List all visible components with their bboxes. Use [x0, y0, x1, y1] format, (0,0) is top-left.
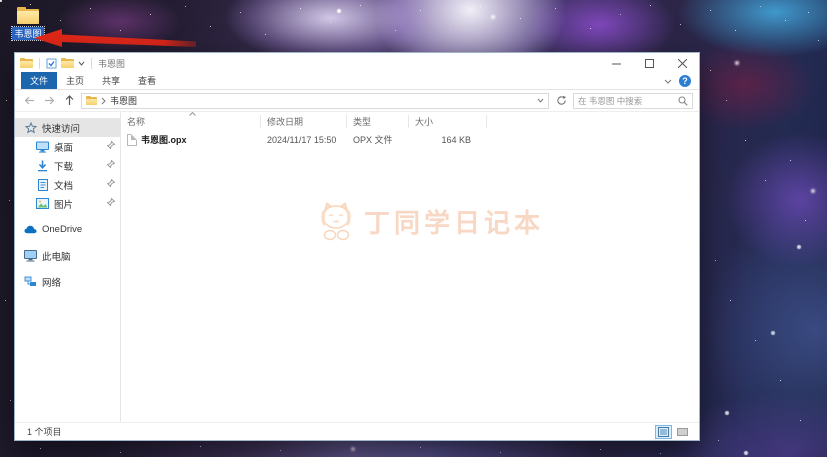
breadcrumb-location[interactable]: 韦恩图	[110, 94, 137, 107]
file-name: 韦恩图.opx	[141, 133, 187, 146]
tab-share[interactable]: 共享	[93, 72, 129, 89]
column-header-name[interactable]: 名称	[121, 115, 261, 128]
tab-file[interactable]: 文件	[21, 72, 57, 89]
address-bar: 韦恩图	[15, 90, 699, 112]
new-folder-button-icon[interactable]	[61, 58, 74, 68]
search-icon	[678, 96, 688, 106]
sidebar-item-desktop[interactable]: 桌面	[15, 137, 120, 156]
column-header-modified[interactable]: 修改日期	[261, 115, 347, 128]
forward-arrow-icon	[44, 96, 55, 105]
thumbnails-view-button[interactable]	[674, 425, 691, 439]
breadcrumb-chevron-icon	[101, 97, 106, 105]
file-explorer-window: 韦恩图 文件 主页 共享 查看 ?	[14, 52, 700, 441]
file-type: OPX 文件	[347, 133, 409, 146]
sidebar-item-label: 此电脑	[42, 249, 71, 263]
sidebar-item-label: 文档	[54, 178, 73, 192]
document-icon	[36, 178, 49, 191]
up-arrow-icon	[65, 95, 74, 106]
file-modified-date: 2024/11/17 15:50	[261, 135, 347, 145]
sidebar-item-network[interactable]: 网络	[15, 272, 120, 291]
minimize-icon	[612, 59, 621, 68]
thumbnails-view-icon	[677, 427, 688, 437]
column-header-size[interactable]: 大小	[409, 115, 487, 128]
window-folder-icon	[20, 58, 33, 68]
ribbon-tab-bar: 文件 主页 共享 查看 ?	[15, 73, 699, 90]
file-size: 164 KB	[409, 135, 487, 145]
sidebar-item-downloads[interactable]: 下载	[15, 156, 120, 175]
watermark-text: 丁同学日记本	[364, 203, 544, 240]
sidebar-item-label: 桌面	[54, 140, 73, 154]
details-view-button[interactable]	[655, 425, 672, 439]
tab-home[interactable]: 主页	[57, 72, 93, 89]
bright-stars	[0, 0, 2, 2]
download-icon	[36, 159, 49, 172]
maximize-button[interactable]	[633, 53, 666, 73]
close-icon	[678, 59, 687, 68]
close-button[interactable]	[666, 53, 699, 73]
file-type-icon	[127, 134, 137, 146]
status-bar: 1 个项目	[15, 422, 699, 440]
properties-button-icon[interactable]	[46, 58, 57, 69]
desktop-icon-label: 韦恩图	[12, 27, 43, 40]
pin-icon[interactable]	[107, 198, 115, 209]
refresh-icon	[556, 95, 567, 106]
breadcrumb-bar[interactable]: 韦恩图	[81, 93, 549, 109]
watermark: 丁同学日记本	[316, 200, 544, 242]
sidebar-item-documents[interactable]: 文档	[15, 175, 120, 194]
shiba-dog-icon	[316, 200, 356, 242]
file-row[interactable]: 韦恩图.opx 2024/11/17 15:50 OPX 文件 164 KB	[121, 131, 699, 148]
sidebar-item-onedrive[interactable]: OneDrive	[15, 220, 120, 239]
qat-separator-2	[91, 58, 92, 69]
qat-customize-chevron-icon[interactable]	[78, 61, 85, 66]
star-icon	[24, 121, 37, 134]
sidebar-item-quick-access[interactable]: 快速访问	[15, 118, 120, 137]
network-icon	[24, 275, 37, 288]
pin-icon[interactable]	[107, 179, 115, 190]
help-icon: ?	[682, 76, 688, 86]
navigation-pane: 快速访问 桌面 下载	[15, 112, 121, 422]
sidebar-item-this-pc[interactable]: 此电脑	[15, 246, 120, 265]
search-input[interactable]	[578, 96, 678, 106]
desktop-folder-shortcut[interactable]: 韦恩图	[6, 7, 50, 42]
address-dropdown-chevron-icon[interactable]	[537, 98, 544, 103]
sidebar-item-label: 下载	[54, 159, 73, 173]
search-box[interactable]	[573, 93, 693, 109]
column-header-type[interactable]: 类型	[347, 115, 409, 128]
sort-ascending-icon	[189, 112, 196, 116]
item-count: 1 个项目	[27, 425, 62, 438]
sidebar-item-pictures[interactable]: 图片	[15, 194, 120, 213]
back-button[interactable]	[21, 93, 37, 109]
breadcrumb-folder-icon	[86, 96, 97, 105]
window-title: 韦恩图	[98, 57, 125, 70]
computer-icon	[24, 249, 37, 262]
file-list-pane: 名称 修改日期 类型 大小 韦恩图.opx 2024/11/17 15:50 O…	[121, 112, 699, 422]
sidebar-item-label: OneDrive	[42, 224, 82, 235]
cloud-icon	[24, 223, 37, 236]
pin-icon[interactable]	[107, 160, 115, 171]
help-button[interactable]: ?	[679, 75, 691, 87]
tab-view[interactable]: 查看	[129, 72, 165, 89]
folder-icon	[17, 7, 39, 24]
sidebar-item-label: 图片	[54, 197, 73, 211]
pin-icon[interactable]	[107, 141, 115, 152]
qat-separator	[39, 58, 40, 69]
sidebar-item-label: 网络	[42, 275, 61, 289]
minimize-button[interactable]	[600, 53, 633, 73]
column-header-row: 名称 修改日期 类型 大小	[121, 114, 699, 129]
monitor-icon	[36, 140, 49, 153]
back-arrow-icon	[24, 96, 35, 105]
maximize-icon	[645, 59, 654, 68]
expand-ribbon-chevron-icon[interactable]	[664, 79, 672, 84]
details-view-icon	[658, 427, 669, 437]
up-button[interactable]	[61, 93, 77, 109]
title-bar[interactable]: 韦恩图	[15, 53, 699, 73]
refresh-button[interactable]	[553, 93, 569, 109]
picture-icon	[36, 197, 49, 210]
sidebar-item-label: 快速访问	[42, 121, 80, 135]
forward-button[interactable]	[41, 93, 57, 109]
